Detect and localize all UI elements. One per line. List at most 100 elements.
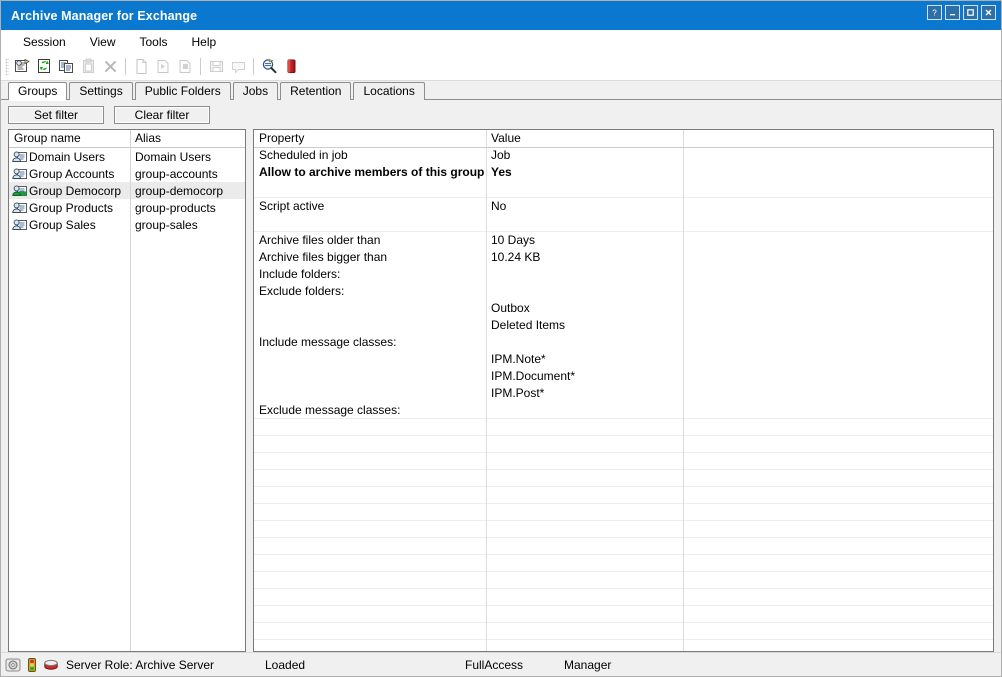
delete-icon — [99, 56, 121, 78]
traffic-light-icon — [24, 657, 40, 673]
table-row[interactable]: Include message classes: — [254, 334, 993, 351]
set-filter-button[interactable]: Set filter — [8, 106, 104, 124]
tab-jobs[interactable]: Jobs — [233, 82, 278, 100]
property-value: 10.24 KB — [486, 250, 683, 264]
close-button[interactable] — [981, 5, 996, 20]
property-label: Script active — [254, 199, 486, 213]
table-row-empty[interactable] — [254, 589, 993, 606]
table-row[interactable]: Archive files older than 10 Days — [254, 232, 993, 249]
filter-bar: Set filter Clear filter — [1, 100, 1001, 129]
copy-icon[interactable] — [55, 56, 77, 78]
menu-item-help[interactable]: Help — [180, 33, 229, 51]
search-icon[interactable] — [258, 56, 280, 78]
maximize-button[interactable] — [963, 5, 978, 20]
title-bar: Archive Manager for Exchange ? — [1, 1, 1001, 30]
table-row[interactable]: IPM.Document* — [254, 368, 993, 385]
properties-column-divider-2[interactable] — [683, 130, 684, 651]
table-row[interactable]: Exclude message classes: — [254, 402, 993, 419]
table-row-empty[interactable] — [254, 504, 993, 521]
table-row[interactable]: IPM.Post* — [254, 385, 993, 402]
table-row-empty[interactable] — [254, 453, 993, 470]
property-value: IPM.Document* — [486, 369, 683, 383]
group-name-label: Group Sales — [29, 218, 96, 232]
table-row[interactable] — [254, 181, 993, 198]
column-header-group-name[interactable]: Group name — [9, 130, 130, 147]
list-item[interactable]: Group Accounts group-accounts — [9, 165, 245, 182]
table-row[interactable]: IPM.Note* — [254, 351, 993, 368]
empty-rows-container — [254, 419, 993, 640]
list-item[interactable]: Group Sales group-sales — [9, 216, 245, 233]
group-name-label: Group Democorp — [29, 184, 121, 198]
properties-column-divider-1[interactable] — [486, 130, 487, 651]
table-row-empty[interactable] — [254, 487, 993, 504]
group-alias-label: group-products — [130, 201, 245, 215]
table-row-empty[interactable] — [254, 572, 993, 589]
database-icon[interactable] — [280, 56, 302, 78]
groups-list-header: Group name Alias — [9, 130, 245, 147]
table-row[interactable]: Include folders: — [254, 266, 993, 283]
toolbar-separator-3 — [253, 58, 254, 75]
svg-text:?: ? — [932, 9, 937, 18]
properties-header-rule — [254, 147, 993, 148]
refresh-icon[interactable] — [33, 56, 55, 78]
group-icon — [12, 150, 27, 164]
group-alias-label: group-democorp — [130, 184, 245, 198]
table-row[interactable] — [254, 215, 993, 232]
table-row[interactable]: Outbox — [254, 300, 993, 317]
tab-public-folders[interactable]: Public Folders — [135, 82, 231, 100]
group-name-label: Group Products — [29, 201, 113, 215]
clear-filter-button[interactable]: Clear filter — [114, 106, 210, 124]
table-row[interactable]: Archive files bigger than 10.24 KB — [254, 249, 993, 266]
tab-retention[interactable]: Retention — [280, 82, 351, 100]
group-icon — [12, 218, 27, 232]
table-row[interactable]: Exclude folders: — [254, 283, 993, 300]
table-row-empty[interactable] — [254, 606, 993, 623]
toolbar-grip[interactable] — [5, 58, 9, 76]
property-value: Yes — [486, 165, 683, 179]
property-value: IPM.Note* — [486, 352, 683, 366]
minimize-button[interactable] — [945, 5, 960, 20]
server-disc-icon — [5, 657, 21, 673]
table-row[interactable]: Allow to archive members of this group Y… — [254, 164, 993, 181]
table-row-empty[interactable] — [254, 436, 993, 453]
tab-groups[interactable]: Groups — [8, 82, 67, 100]
group-icon — [12, 167, 27, 181]
application-window: Archive Manager for Exchange ? Session V… — [0, 0, 1002, 677]
menu-item-session[interactable]: Session — [11, 33, 78, 51]
tab-settings[interactable]: Settings — [69, 82, 132, 100]
properties-icon[interactable] — [11, 56, 33, 78]
tab-bar: Groups Settings Public Folders Jobs Rete… — [1, 81, 1001, 100]
group-name-label: Domain Users — [29, 150, 105, 164]
group-alias-label: group-sales — [130, 218, 245, 232]
archive-store-icon — [43, 657, 59, 673]
table-row-empty[interactable] — [254, 521, 993, 538]
list-item[interactable]: Group Products group-products — [9, 199, 245, 216]
group-alias-label: Domain Users — [130, 150, 245, 164]
property-value: 10 Days — [486, 233, 683, 247]
status-load-state: Loaded — [265, 658, 305, 672]
column-header-value[interactable]: Value — [486, 131, 683, 145]
column-header-alias[interactable]: Alias — [130, 130, 245, 147]
menu-item-view[interactable]: View — [78, 33, 128, 51]
column-header-property[interactable]: Property — [254, 131, 486, 145]
menu-item-tools[interactable]: Tools — [128, 33, 180, 51]
property-value: Job — [486, 148, 683, 162]
table-row[interactable]: Script active No — [254, 198, 993, 215]
properties-grid: Property Value Scheduled in job Job Allo… — [254, 130, 993, 651]
list-item[interactable]: Domain Users Domain Users — [9, 148, 245, 165]
table-row[interactable]: Scheduled in job Job — [254, 147, 993, 164]
main-content: Group name Alias Domain Users — [1, 129, 1001, 652]
table-row-empty[interactable] — [254, 623, 993, 640]
table-row-empty[interactable] — [254, 538, 993, 555]
help-button[interactable]: ? — [927, 5, 942, 20]
tab-locations[interactable]: Locations — [353, 82, 424, 100]
table-row[interactable]: Deleted Items — [254, 317, 993, 334]
table-row-empty[interactable] — [254, 419, 993, 436]
groups-column-divider[interactable] — [130, 130, 131, 651]
table-row-empty[interactable] — [254, 555, 993, 572]
comment-icon — [227, 56, 249, 78]
status-access-level: FullAccess — [465, 658, 523, 672]
list-item-selected[interactable]: Group Democorp group-democorp — [9, 182, 245, 199]
properties-pane: Property Value Scheduled in job Job Allo… — [253, 129, 994, 652]
table-row-empty[interactable] — [254, 470, 993, 487]
